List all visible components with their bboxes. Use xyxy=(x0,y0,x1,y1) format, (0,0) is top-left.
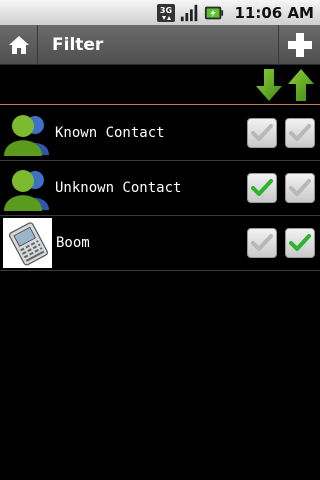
3g-icon: 3G xyxy=(156,3,176,23)
sort-controls xyxy=(0,65,320,105)
sort-down-button[interactable] xyxy=(255,68,283,102)
checkbox[interactable] xyxy=(247,118,277,148)
check-icon xyxy=(289,234,311,251)
checkbox[interactable] xyxy=(247,173,277,203)
sort-up-button[interactable] xyxy=(287,68,315,102)
contact-name: Boom xyxy=(56,235,90,251)
contact-name: Known Contact xyxy=(55,125,165,141)
contact-name: Unknown Contact xyxy=(55,180,182,196)
signal-icon xyxy=(180,3,200,23)
contact-avatar-icon xyxy=(3,164,51,212)
checkbox[interactable] xyxy=(285,173,315,203)
arrow-up-icon xyxy=(288,69,314,101)
phone-photo xyxy=(3,218,52,268)
list-item[interactable]: Boom xyxy=(0,216,320,271)
list-item[interactable]: Known Contact xyxy=(0,106,320,161)
add-button[interactable] xyxy=(278,24,320,65)
check-icon xyxy=(251,179,273,196)
checkbox[interactable] xyxy=(285,118,315,148)
svg-text:3G: 3G xyxy=(160,6,172,15)
home-icon xyxy=(8,35,29,54)
list-item[interactable]: Unknown Contact xyxy=(0,161,320,216)
contact-avatar-icon xyxy=(3,109,51,157)
arrow-down-icon xyxy=(256,69,282,101)
status-bar: 3G 11:06 AM xyxy=(0,0,320,25)
divider xyxy=(0,104,320,105)
home-button[interactable] xyxy=(0,24,38,65)
battery-charging-icon xyxy=(204,3,224,23)
check-icon xyxy=(251,124,273,141)
page-title: Filter xyxy=(52,34,104,55)
checkbox[interactable] xyxy=(285,228,315,258)
title-bar: Filter xyxy=(0,24,320,65)
check-icon xyxy=(289,124,311,141)
plus-icon xyxy=(287,32,312,57)
filter-list: Known Contact Unknown Contact Boom xyxy=(0,106,320,271)
check-icon xyxy=(251,234,273,251)
checkbox[interactable] xyxy=(247,228,277,258)
clock: 11:06 AM xyxy=(234,3,314,22)
check-icon xyxy=(289,179,311,196)
